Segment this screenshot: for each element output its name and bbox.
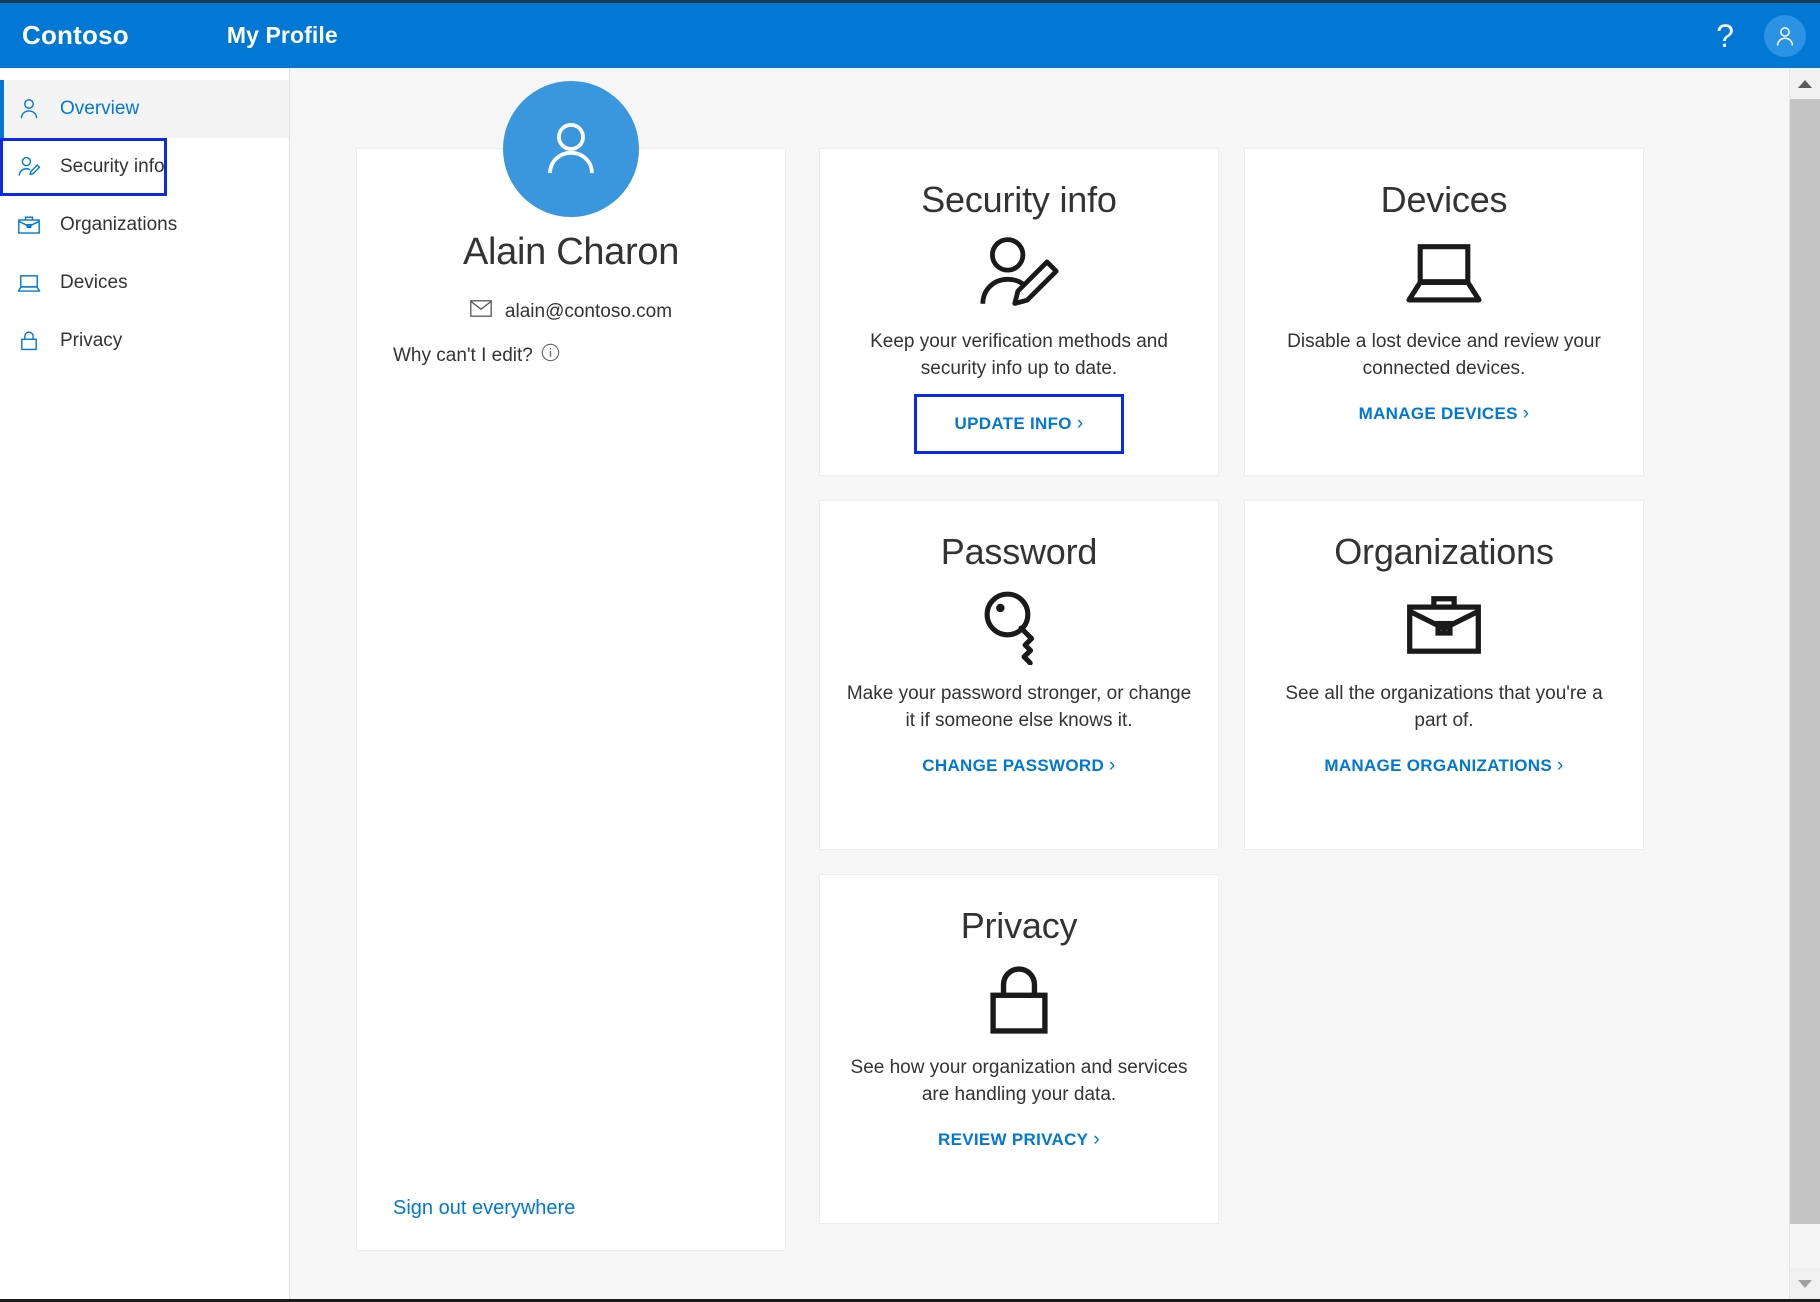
tile-title: Privacy	[961, 905, 1078, 947]
sidebar-item-label: Security info	[60, 156, 165, 178]
key-icon	[978, 587, 1060, 665]
profile-email-value: alain@contoso.com	[505, 301, 672, 323]
scroll-up-button[interactable]	[1790, 68, 1820, 99]
briefcase-icon	[1402, 587, 1486, 665]
tile-description: Make your password stronger, or change i…	[846, 681, 1192, 735]
sidebar-item-label: Privacy	[60, 330, 122, 352]
sidebar-item-privacy[interactable]: Privacy	[0, 312, 289, 370]
chevron-right-icon: ›	[1523, 403, 1530, 425]
manage-organizations-link[interactable]: MANAGE ORGANIZATIONS ›	[1324, 755, 1563, 777]
tile-description: See all the organizations that you're a …	[1271, 681, 1617, 735]
tile-security-info: Security info Keep your verification met…	[819, 148, 1219, 476]
tiles-grid: Security info Keep your verification met…	[819, 148, 1644, 1224]
page-title: My Profile	[227, 22, 338, 49]
tile-privacy: Privacy See how your organization and se…	[819, 874, 1219, 1224]
laptop-icon	[1401, 235, 1487, 313]
scrollbar-track[interactable]	[1790, 99, 1820, 1268]
person-icon	[533, 111, 609, 187]
topbar-actions: ?	[1708, 3, 1806, 68]
sign-out-everywhere-link[interactable]: Sign out everywhere	[393, 1197, 575, 1220]
top-navigation-bar: Contoso My Profile ?	[0, 3, 1820, 68]
chevron-right-icon: ›	[1109, 755, 1116, 777]
review-privacy-label: REVIEW PRIVACY	[938, 1130, 1088, 1150]
scrollbar-thumb[interactable]	[1790, 99, 1820, 1224]
question-mark-icon[interactable]: ?	[1708, 20, 1742, 52]
sidebar-item-security-info[interactable]: Security info	[0, 138, 167, 196]
update-info-label: UPDATE INFO	[955, 414, 1072, 434]
account-avatar-button[interactable]	[1764, 15, 1806, 57]
grid-spacer	[1244, 874, 1644, 1224]
vertical-scrollbar[interactable]	[1789, 68, 1820, 1299]
sidebar-item-label: Overview	[60, 98, 139, 120]
person-icon	[14, 94, 44, 124]
tile-description: Disable a lost device and review your co…	[1271, 329, 1617, 383]
tile-organizations: Organizations See all the organizations …	[1244, 500, 1644, 850]
profile-name: Alain Charon	[463, 231, 679, 274]
change-password-label: CHANGE PASSWORD	[922, 756, 1104, 776]
envelope-icon	[470, 300, 492, 323]
sidebar-navigation: Overview Security info	[0, 68, 290, 1299]
tile-password: Password Make your password stronger, or…	[819, 500, 1219, 850]
tile-title: Password	[941, 531, 1097, 573]
person-edit-icon	[14, 152, 44, 182]
manage-devices-link[interactable]: MANAGE DEVICES ›	[1359, 403, 1530, 425]
chevron-right-icon: ›	[1077, 413, 1084, 435]
profile-email-row: alain@contoso.com	[470, 300, 672, 323]
tile-title: Devices	[1381, 179, 1508, 221]
sidebar-item-devices[interactable]: Devices	[0, 254, 289, 312]
profile-avatar	[503, 81, 639, 217]
sidebar-item-label: Devices	[60, 272, 128, 294]
profile-card: Alain Charon alain@contoso.com Why can't…	[356, 148, 786, 1251]
body-container: Overview Security info	[0, 68, 1820, 1299]
app-window: Contoso My Profile ? Overv	[0, 0, 1820, 1302]
laptop-icon	[14, 268, 44, 298]
brand-logo[interactable]: Contoso	[22, 20, 129, 51]
review-privacy-link[interactable]: REVIEW PRIVACY ›	[938, 1129, 1100, 1151]
tile-devices: Devices Disable a lost device and review…	[1244, 148, 1644, 476]
why-cant-i-edit-row[interactable]: Why can't I edit?	[393, 343, 560, 368]
briefcase-icon	[14, 210, 44, 240]
sidebar-item-organizations[interactable]: Organizations	[0, 196, 289, 254]
tile-title: Security info	[921, 179, 1117, 221]
person-edit-icon	[975, 235, 1063, 313]
tile-description: See how your organization and services a…	[846, 1055, 1192, 1109]
lock-icon	[982, 961, 1056, 1039]
change-password-link[interactable]: CHANGE PASSWORD ›	[922, 755, 1115, 777]
content-columns: Alain Charon alain@contoso.com Why can't…	[290, 68, 1820, 1251]
info-circle-icon[interactable]	[541, 343, 560, 368]
tile-description: Keep your verification methods and secur…	[846, 329, 1192, 383]
sidebar-item-label: Organizations	[60, 214, 177, 236]
sidebar-item-overview[interactable]: Overview	[0, 80, 289, 138]
why-cant-i-edit-label: Why can't I edit?	[393, 345, 533, 367]
triangle-up-icon	[1798, 80, 1812, 88]
lock-icon	[14, 326, 44, 356]
triangle-down-icon	[1798, 1280, 1812, 1288]
scroll-down-button[interactable]	[1790, 1268, 1820, 1299]
person-icon	[1773, 24, 1797, 48]
update-info-button[interactable]: UPDATE INFO ›	[917, 397, 1122, 451]
manage-organizations-label: MANAGE ORGANIZATIONS	[1324, 756, 1552, 776]
chevron-right-icon: ›	[1093, 1129, 1100, 1151]
tile-title: Organizations	[1334, 531, 1554, 573]
chevron-right-icon: ›	[1557, 755, 1564, 777]
main-content: Alain Charon alain@contoso.com Why can't…	[290, 68, 1820, 1299]
manage-devices-label: MANAGE DEVICES	[1359, 404, 1518, 424]
